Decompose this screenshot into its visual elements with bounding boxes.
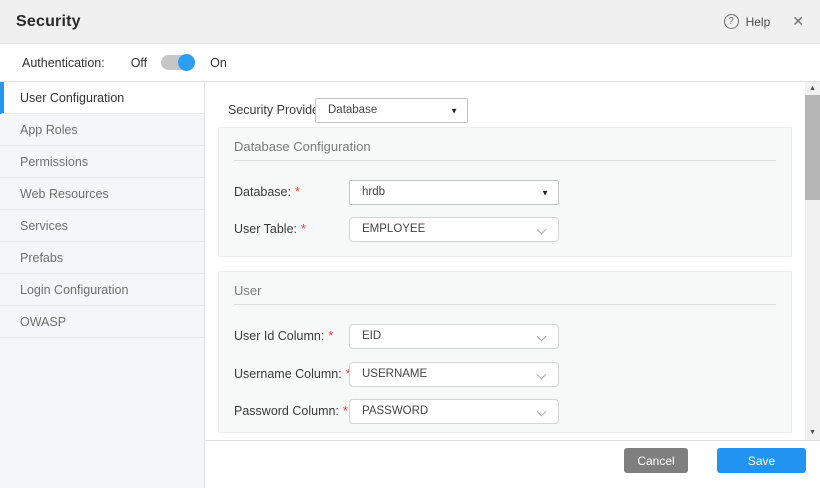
required-asterisk: *	[301, 222, 306, 236]
security-provider-select[interactable]: Database ▼	[315, 98, 468, 123]
close-icon[interactable]: ✕	[792, 13, 804, 30]
security-provider-value: Database	[328, 104, 378, 116]
password-column-select[interactable]: PASSWORD	[349, 399, 559, 424]
user-table-label: User Table: *	[234, 217, 306, 242]
database-label: Database: *	[234, 180, 300, 205]
save-button[interactable]: Save	[717, 448, 806, 473]
vertical-scrollbar[interactable]: ▲ ▼	[805, 82, 820, 440]
user-table-label-text: User Table:	[234, 222, 297, 236]
password-column-label: Password Column: *	[234, 399, 348, 424]
sidebar-item-app-roles[interactable]: App Roles	[0, 114, 204, 146]
sidebar-item-owasp[interactable]: OWASP	[0, 306, 204, 338]
toggle-knob	[178, 54, 196, 71]
page-title: Security	[16, 12, 81, 30]
toggle-off-label: Off	[130, 55, 148, 70]
section-title: Database Configuration	[234, 139, 371, 154]
user-id-column-select[interactable]: EID	[349, 324, 559, 349]
scroll-up-icon[interactable]: ▲	[805, 82, 820, 96]
security-dialog: Security ? Help ✕ Authentication: Off On…	[0, 0, 820, 488]
sidebar-item-services[interactable]: Services	[0, 210, 204, 242]
password-column-field-row: Password Column: * PASSWORD	[234, 399, 776, 424]
required-asterisk: *	[294, 185, 300, 199]
dialog-header: Security ? Help ✕	[0, 0, 820, 44]
sidebar-item-web-resources[interactable]: Web Resources	[0, 178, 204, 210]
database-field-row: Database: * hrdb ▼	[234, 180, 776, 205]
sidebar-item-prefabs[interactable]: Prefabs	[0, 242, 204, 274]
security-provider-label: Security Provider:	[228, 103, 327, 117]
user-table-select[interactable]: EMPLOYEE	[349, 217, 559, 242]
user-id-column-value: EID	[362, 330, 382, 342]
main-content: Security Provider: Database ▼ Database C…	[206, 82, 805, 440]
database-configuration-section: Database Configuration Database: * hrdb ▼…	[218, 127, 792, 257]
required-asterisk: *	[342, 404, 348, 418]
scrollbar-thumb[interactable]	[805, 95, 820, 200]
authentication-label: Authentication:	[22, 55, 105, 70]
username-column-select[interactable]: USERNAME	[349, 362, 559, 387]
username-column-value: USERNAME	[362, 368, 428, 380]
user-id-column-field-row: User Id Column: * EID	[234, 324, 776, 349]
cancel-button[interactable]: Cancel	[624, 448, 688, 473]
user-section: User User Id Column: * EID Username Colum…	[218, 271, 792, 433]
header-actions: ? Help ✕	[723, 13, 804, 30]
help-link[interactable]: Help	[746, 15, 771, 29]
dialog-footer: Cancel Save	[205, 440, 820, 488]
database-label-text: Database:	[234, 185, 291, 199]
user-table-value: EMPLOYEE	[362, 223, 426, 235]
database-select[interactable]: hrdb ▼	[349, 180, 559, 205]
dropdown-arrow-icon: ▼	[541, 188, 549, 197]
authentication-toggle[interactable]	[161, 54, 196, 71]
password-column-value: PASSWORD	[362, 405, 429, 417]
password-column-label-text: Password Column:	[234, 404, 339, 418]
database-value: hrdb	[362, 186, 386, 198]
username-column-label: Username Column:*	[234, 362, 351, 387]
username-column-field-row: Username Column:* USERNAME	[234, 362, 776, 387]
section-title: User	[234, 283, 262, 298]
section-divider	[234, 160, 776, 161]
authentication-bar: Authentication: Off On	[0, 44, 820, 82]
dropdown-arrow-icon: ▼	[450, 106, 458, 115]
toggle-on-label: On	[210, 55, 227, 70]
scroll-down-icon[interactable]: ▼	[805, 426, 820, 440]
user-table-field-row: User Table: * EMPLOYEE	[234, 217, 776, 242]
user-id-column-label-text: User Id Column:	[234, 329, 325, 343]
sidebar-item-user-configuration[interactable]: User Configuration	[0, 82, 204, 114]
help-icon[interactable]: ?	[723, 14, 739, 29]
sidebar-item-login-configuration[interactable]: Login Configuration	[0, 274, 204, 306]
sidebar-item-permissions[interactable]: Permissions	[0, 146, 204, 178]
required-asterisk: *	[328, 329, 334, 343]
user-id-column-label: User Id Column: *	[234, 324, 333, 349]
section-divider	[234, 304, 776, 305]
sidebar-nav: User Configuration App Roles Permissions…	[0, 82, 205, 488]
username-column-label-text: Username Column:	[234, 367, 342, 381]
